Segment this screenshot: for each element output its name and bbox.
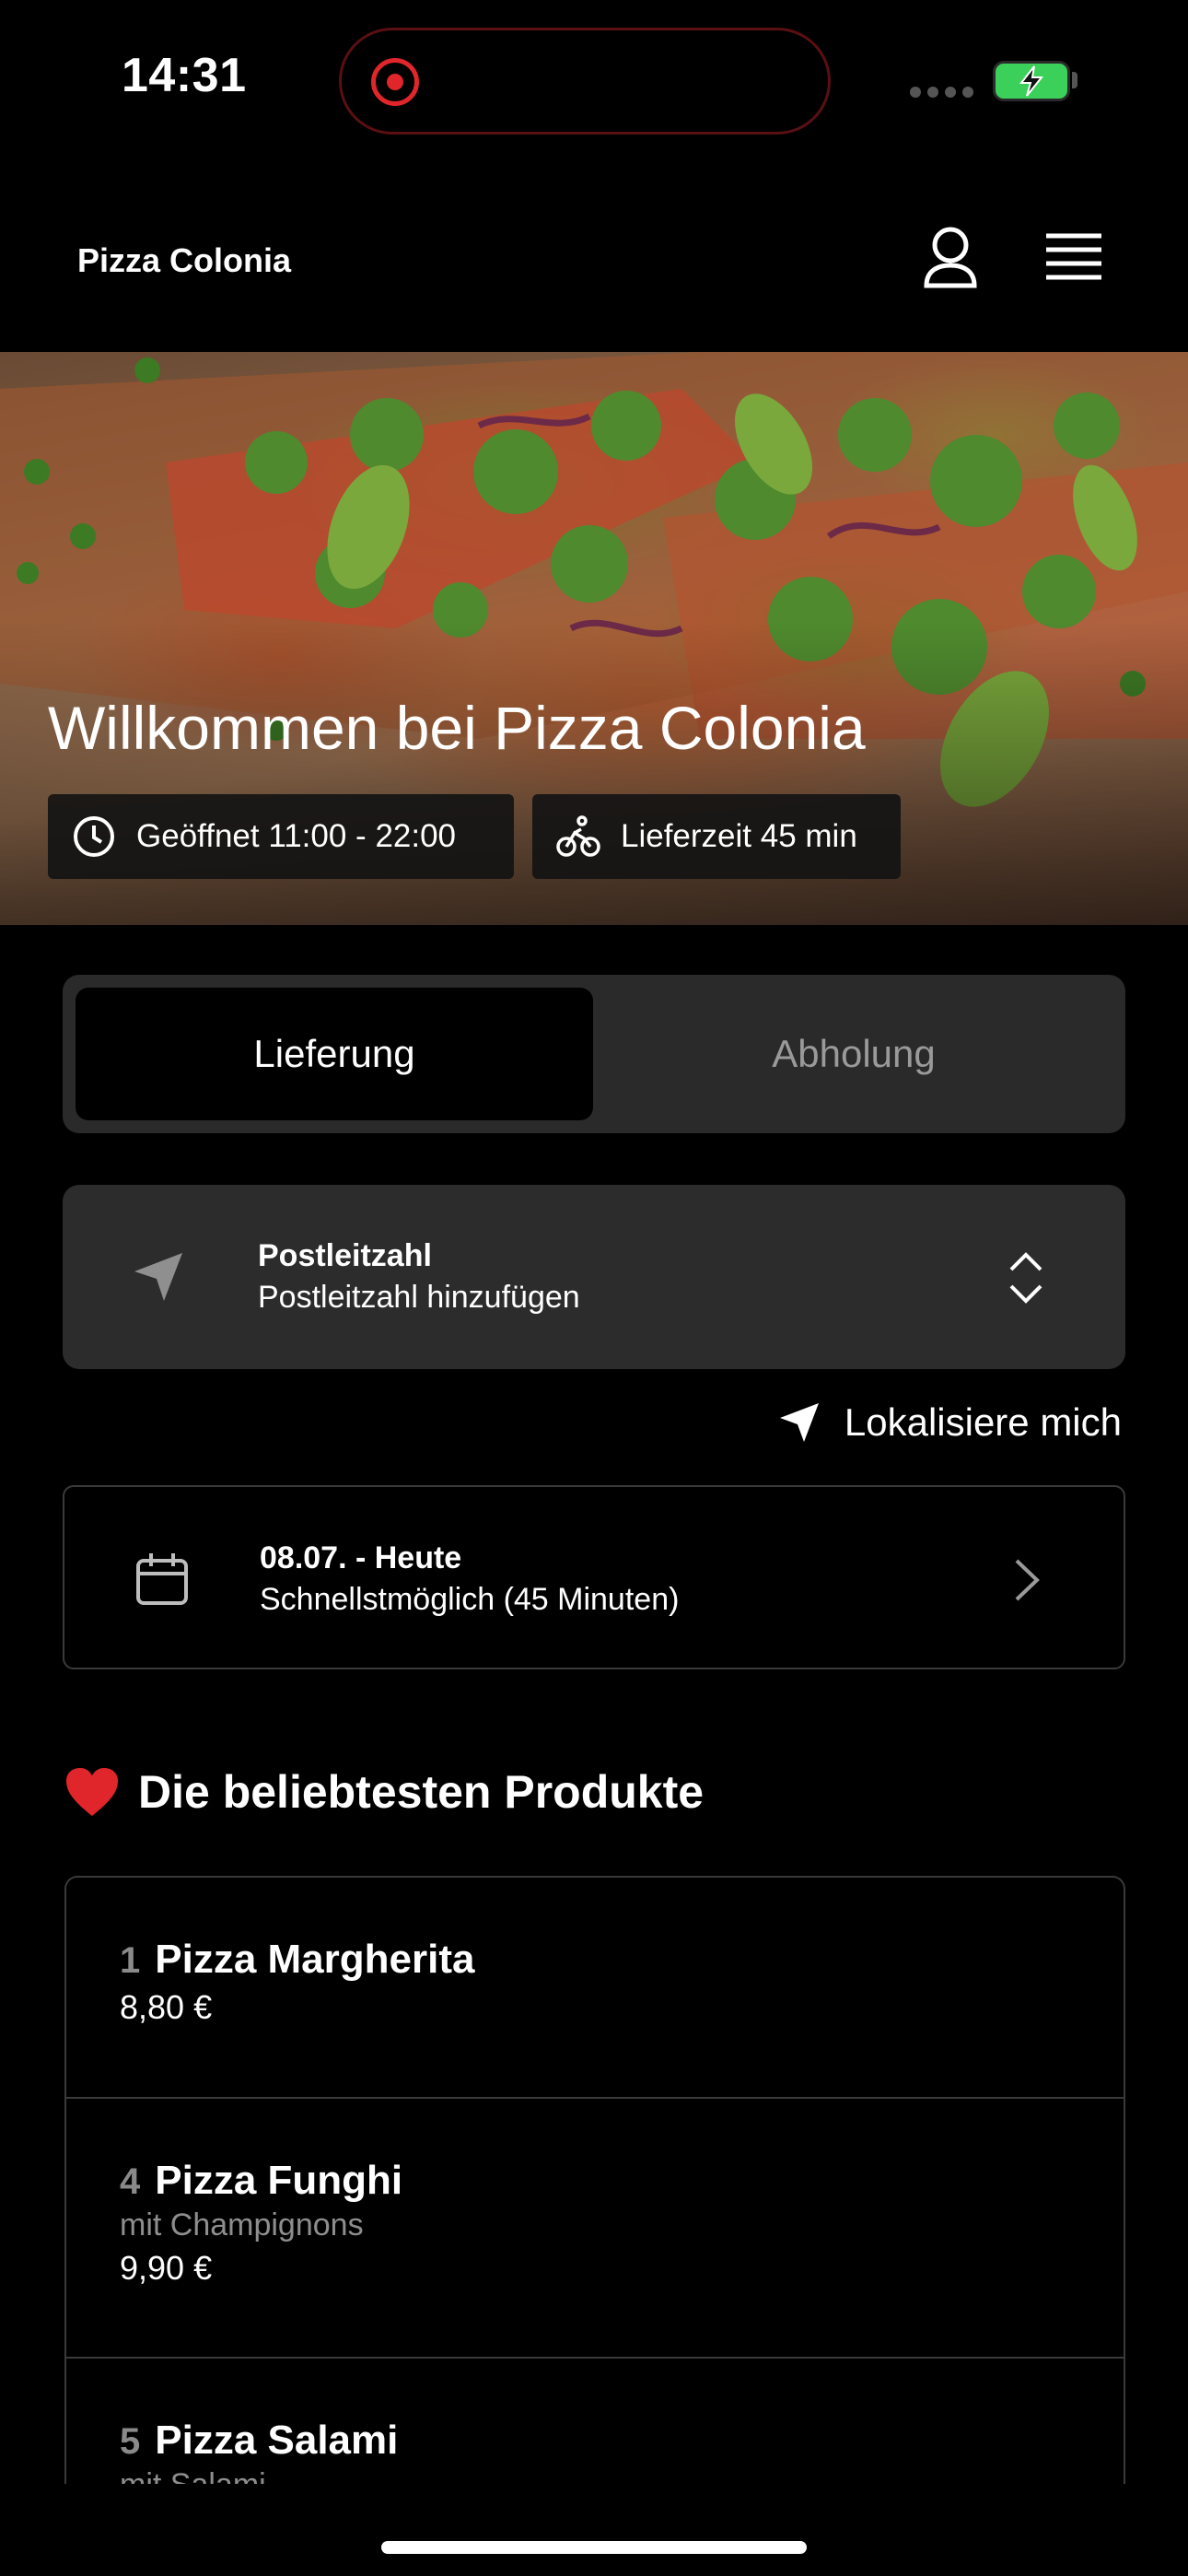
clock-icon bbox=[74, 816, 114, 857]
account-icon[interactable] bbox=[921, 225, 980, 291]
postcode-placeholder: Postleitzahl hinzufügen bbox=[258, 1280, 580, 1315]
hero-banner: Willkommen bei Pizza Colonia Geöffnet 11… bbox=[0, 352, 1188, 925]
locate-me-button[interactable]: Lokalisiere mich bbox=[778, 1400, 1122, 1445]
tab-pickup[interactable]: Abholung bbox=[595, 988, 1112, 1120]
product-item[interactable]: 1 Pizza Margherita 8,80 € bbox=[66, 1878, 1124, 2099]
product-description: mit Champignons bbox=[120, 2207, 364, 2242]
product-number: 1 bbox=[120, 1940, 141, 1981]
bicycle-icon bbox=[556, 815, 600, 857]
postcode-selector[interactable]: Postleitzahl Postleitzahl hinzufügen bbox=[63, 1185, 1125, 1369]
home-indicator[interactable] bbox=[381, 2541, 807, 2554]
brand-title[interactable]: Pizza Colonia bbox=[77, 241, 291, 280]
recording-icon bbox=[371, 58, 419, 106]
location-arrow-icon bbox=[134, 1253, 182, 1301]
product-number: 4 bbox=[120, 2161, 141, 2202]
product-price: 8,80 € bbox=[120, 1988, 213, 2026]
product-number: 5 bbox=[120, 2421, 141, 2462]
delivery-time-text: Lieferzeit 45 min bbox=[621, 818, 857, 854]
chevron-up-down-icon bbox=[1009, 1252, 1042, 1304]
dynamic-island bbox=[339, 28, 831, 135]
tab-delivery[interactable]: Lieferung bbox=[76, 988, 593, 1120]
product-description: mit Salami bbox=[120, 2467, 1070, 2484]
product-name: Pizza Salami bbox=[155, 2418, 399, 2463]
popular-products-list: 1 Pizza Margherita 8,80 € 4 Pizza Funghi… bbox=[64, 1876, 1125, 2484]
battery-cap bbox=[1072, 72, 1077, 88]
popular-products-title: Die beliebtesten Produkte bbox=[138, 1766, 705, 1818]
chevron-right-icon bbox=[1015, 1559, 1040, 1601]
delivery-time-chip: Lieferzeit 45 min bbox=[532, 794, 901, 879]
hero-title: Willkommen bei Pizza Colonia bbox=[48, 694, 866, 762]
postcode-label: Postleitzahl bbox=[258, 1238, 432, 1273]
product-item[interactable]: 5 Pizza Salami mit Salami bbox=[66, 2359, 1124, 2484]
delivery-mode-toggle: Lieferung Abholung bbox=[63, 975, 1125, 1133]
opening-hours-chip: Geöffnet 11:00 - 22:00 bbox=[48, 794, 514, 879]
heart-icon bbox=[66, 1768, 118, 1816]
status-time: 14:31 bbox=[122, 49, 247, 102]
product-name: Pizza Funghi bbox=[155, 2158, 403, 2203]
schedule-selector[interactable]: 08.07. - Heute Schnellstmöglich (45 Minu… bbox=[63, 1485, 1125, 1669]
product-price: 9,90 € bbox=[120, 2249, 213, 2287]
popular-products-heading: Die beliebtesten Produkte bbox=[64, 1765, 704, 1819]
app-screen: 14:31 Pizza Colonia Willkommen bei Pizza… bbox=[0, 0, 1188, 2576]
locate-me-label: Lokalisiere mich bbox=[844, 1400, 1122, 1444]
product-name: Pizza Margherita bbox=[155, 1937, 475, 1982]
menu-icon[interactable] bbox=[1044, 232, 1103, 284]
location-arrow-icon bbox=[779, 1403, 819, 1442]
battery-icon bbox=[993, 61, 1070, 101]
calendar-icon bbox=[136, 1553, 188, 1605]
signal-icon bbox=[910, 87, 973, 98]
schedule-date: 08.07. - Heute bbox=[260, 1540, 462, 1575]
schedule-time: Schnellstmöglich (45 Minuten) bbox=[260, 1582, 680, 1617]
opening-hours-text: Geöffnet 11:00 - 22:00 bbox=[136, 818, 457, 854]
product-item[interactable]: 4 Pizza Funghi mit Champignons 9,90 € bbox=[66, 2099, 1124, 2359]
